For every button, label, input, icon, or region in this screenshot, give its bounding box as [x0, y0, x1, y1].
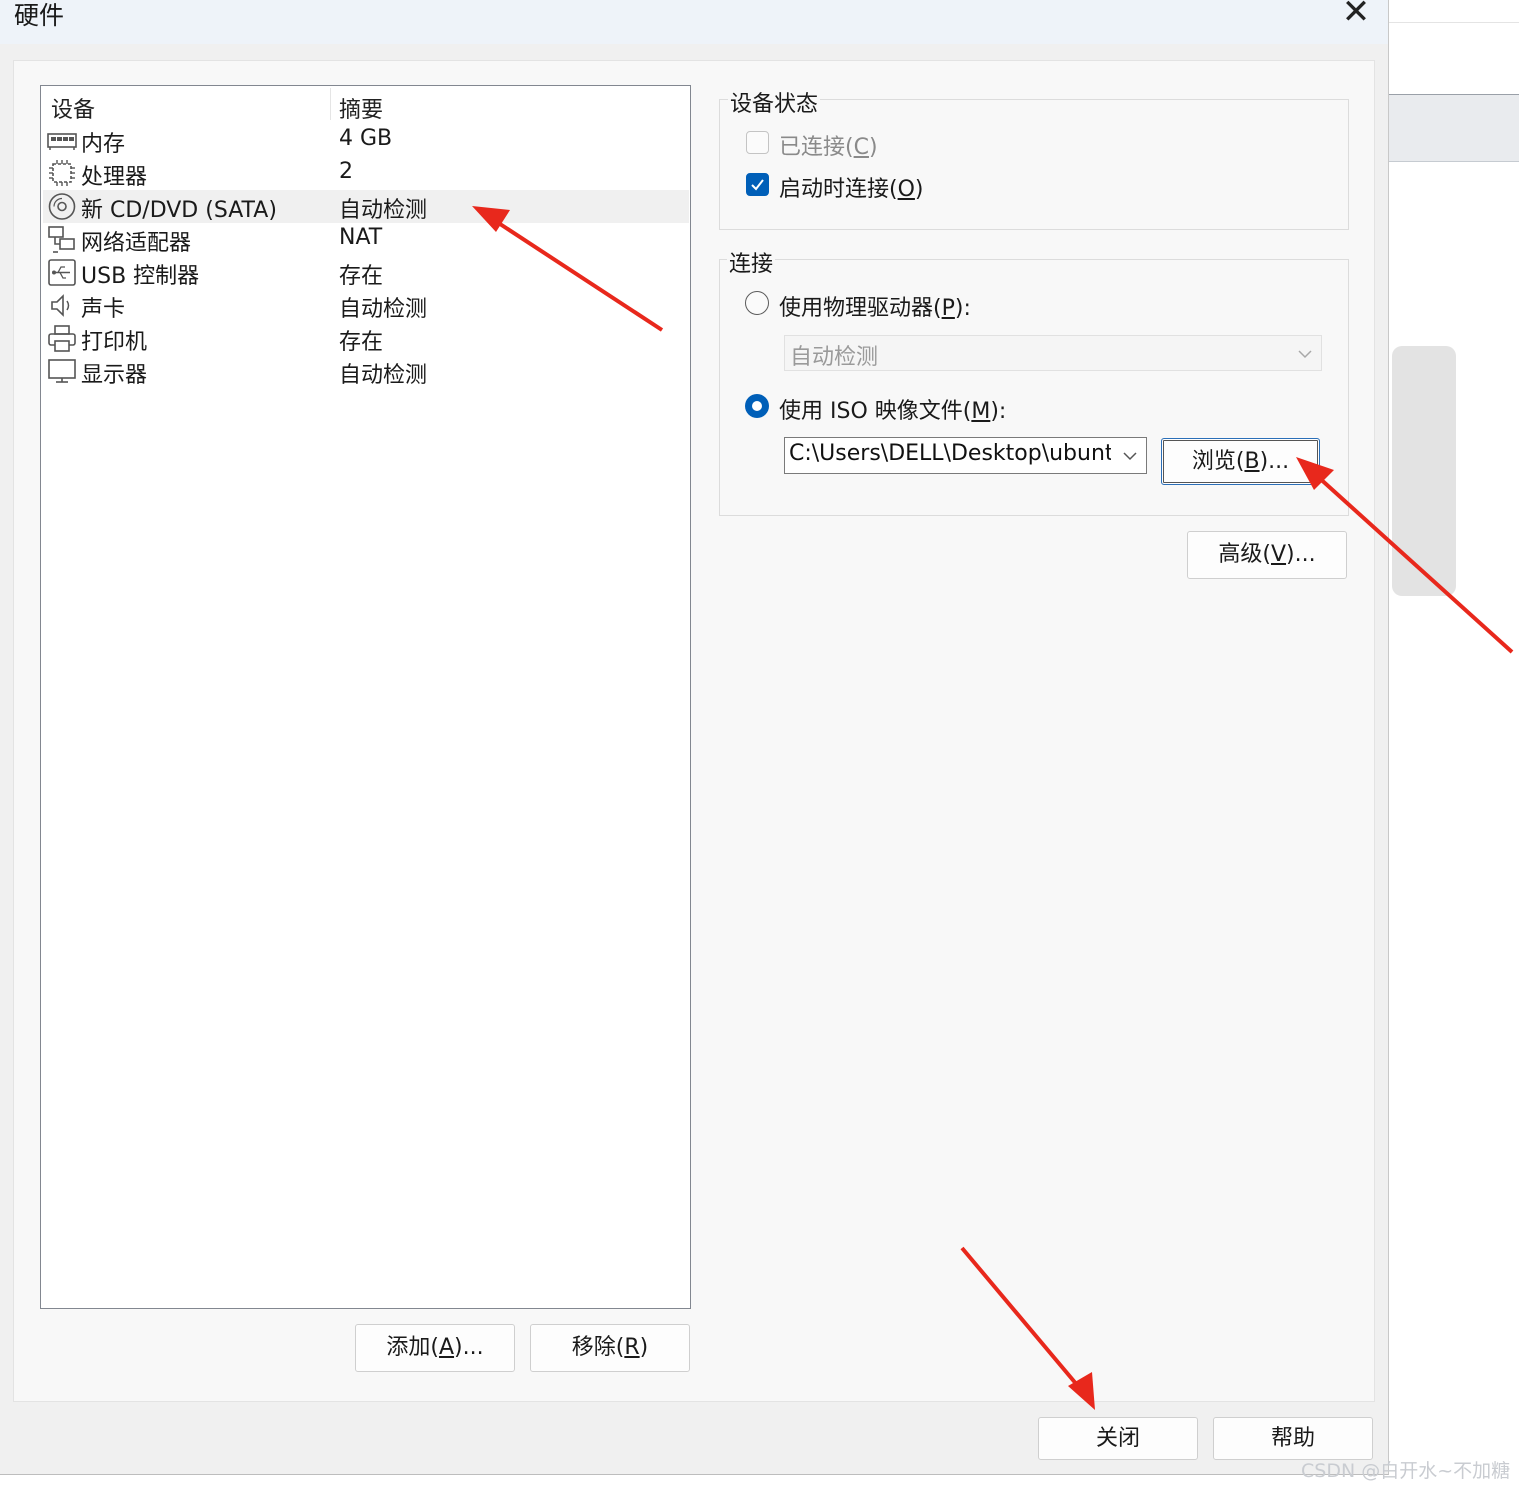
annotation-arrow-cd-dvd: [472, 206, 664, 332]
annotation-arrow-close: [960, 1246, 1095, 1410]
watermark: CSDN @白开水~不加糖: [1301, 1460, 1511, 1482]
annotation-arrows: [472, 206, 1514, 1410]
annotation-arrow-browse: [1296, 457, 1514, 654]
